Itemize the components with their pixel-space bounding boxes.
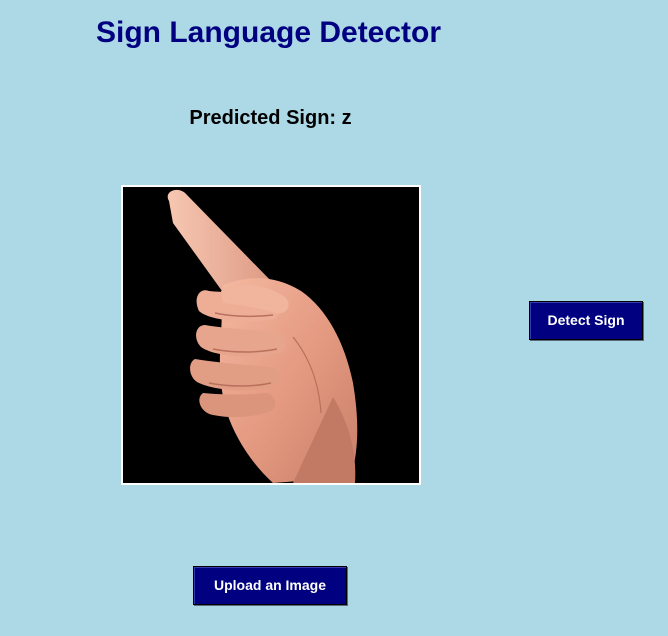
hand-pointing-up-image bbox=[123, 187, 419, 483]
predicted-sign-label: Predicted Sign: z bbox=[189, 107, 352, 129]
page-title: Sign Language Detector bbox=[96, 16, 442, 49]
upload-image-button[interactable]: Upload an Image bbox=[193, 566, 347, 605]
detect-sign-button[interactable]: Detect Sign bbox=[529, 301, 643, 340]
app-window: Sign Language Detector Predicted Sign: z bbox=[0, 0, 668, 636]
uploaded-image-preview bbox=[121, 185, 421, 485]
